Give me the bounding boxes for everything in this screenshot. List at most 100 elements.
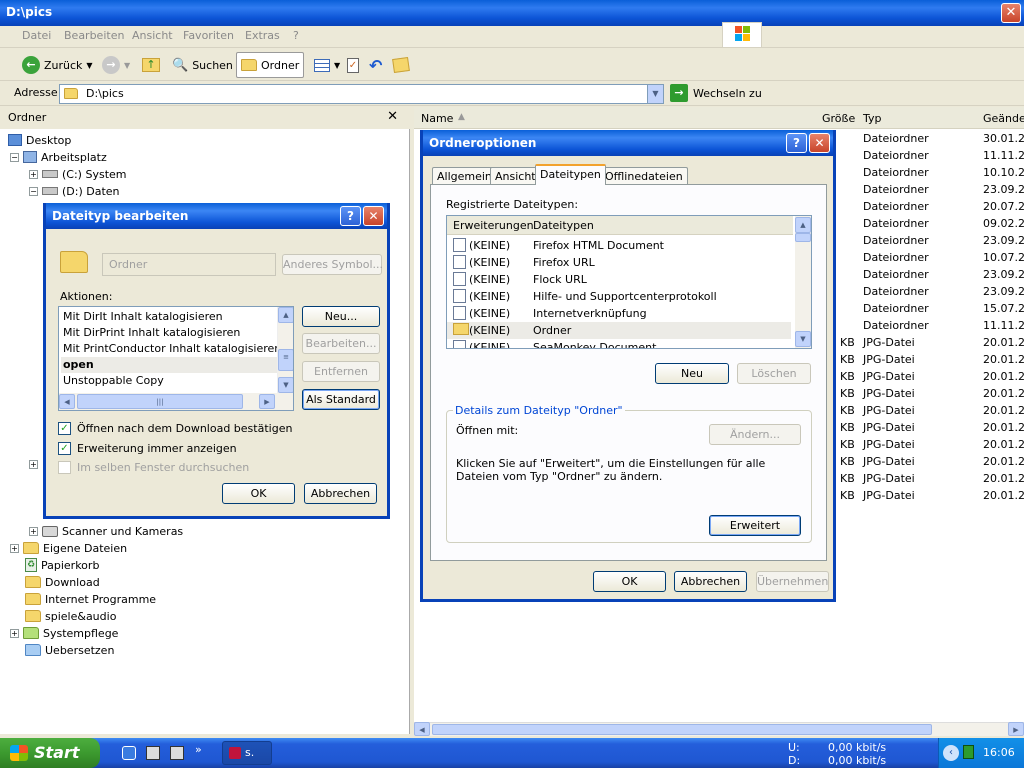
scroll-down-button[interactable]: ▼: [795, 331, 811, 347]
scroll-up-button[interactable]: ▲: [278, 307, 293, 323]
properties-button[interactable]: ✓: [343, 52, 363, 78]
edit-action-button[interactable]: Bearbeiten...: [302, 333, 380, 354]
tree-item-uebersetzen[interactable]: Uebersetzen: [25, 642, 114, 658]
delete-type-button[interactable]: Löschen: [737, 363, 811, 384]
new-action-button[interactable]: Neu...: [302, 306, 380, 327]
scroll-thumb[interactable]: [432, 724, 932, 735]
tray-app-icon[interactable]: [963, 745, 974, 759]
menu-extras[interactable]: Extras: [245, 29, 280, 42]
back-button[interactable]: ← Zurück ▼: [18, 52, 97, 78]
file-type-row[interactable]: (KEINE) SeaMonkey Document: [447, 339, 791, 348]
tree-item-eigene-dateien[interactable]: + Eigene Dateien: [10, 540, 127, 556]
tree-item-desktop[interactable]: Desktop: [8, 132, 71, 148]
views-button[interactable]: ▼: [310, 52, 344, 78]
file-type-row[interactable]: (KEINE) Firefox HTML Document: [447, 237, 791, 254]
change-icon-button[interactable]: Anderes Symbol...: [282, 254, 383, 275]
remove-action-button[interactable]: Entfernen: [302, 361, 380, 382]
address-input[interactable]: D:\pics ▼: [59, 84, 664, 104]
expand-icon[interactable]: +: [10, 628, 19, 638]
file-type-row[interactable]: (KEINE) Flock URL: [447, 271, 791, 288]
expand-icon[interactable]: +: [29, 169, 38, 179]
change-program-button[interactable]: Ändern...: [709, 424, 801, 445]
folders-button[interactable]: Ordner: [236, 52, 305, 78]
browse-same-window-checkbox[interactable]: Im selben Fenster durchsuchen: [58, 461, 249, 474]
scroll-left-button[interactable]: ◀: [59, 394, 75, 409]
tree-item-c-drive[interactable]: + (C:) System: [29, 166, 127, 182]
expand-icon[interactable]: +: [29, 526, 38, 536]
taskbar-task-button[interactable]: s.: [222, 741, 272, 765]
action-list-item[interactable]: open: [61, 357, 277, 373]
tree-item-d-drive[interactable]: − (D:) Daten: [29, 183, 120, 199]
start-button[interactable]: Start: [0, 738, 100, 768]
file-types-listview[interactable]: Erweiterungen Dateitypen (KEINE) Firefox …: [446, 215, 812, 349]
file-type-row[interactable]: (KEINE) Hilfe- und Supportcenterprotokoll: [447, 288, 791, 305]
actions-vertical-scrollbar[interactable]: ▲ ≡ ▼: [277, 307, 293, 393]
help-button[interactable]: ?: [340, 206, 361, 226]
forward-button[interactable]: → ▼: [98, 52, 134, 78]
confirm-open-checkbox[interactable]: ✓ Öffnen nach dem Download bestätigen: [58, 422, 292, 435]
column-file-types[interactable]: Dateitypen: [533, 219, 594, 232]
tray-expand-icon[interactable]: ‹: [943, 745, 959, 761]
quicklaunch-browser-icon[interactable]: [122, 746, 136, 760]
set-default-button[interactable]: Als Standard: [302, 389, 380, 410]
tree-close-icon[interactable]: ✕: [387, 109, 398, 124]
tree-item-download[interactable]: Download: [25, 574, 100, 590]
always-show-extension-checkbox[interactable]: ✓ Erweiterung immer anzeigen: [58, 442, 237, 455]
tab-dateitypen[interactable]: Dateitypen: [535, 164, 606, 185]
column-size[interactable]: Größe: [822, 112, 855, 125]
expand-icon[interactable]: +: [10, 543, 19, 553]
scroll-thumb[interactable]: |||: [77, 394, 243, 409]
column-extensions[interactable]: Erweiterungen: [453, 219, 534, 232]
folder-options-button[interactable]: [389, 52, 413, 78]
action-list-item[interactable]: Mit DirIt Inhalt katalogisieren: [61, 309, 277, 325]
help-button[interactable]: ?: [786, 133, 807, 153]
undo-button[interactable]: ↶: [365, 52, 386, 78]
actions-listbox[interactable]: Mit DirIt Inhalt katalogisieren Mit DirPr…: [58, 306, 294, 411]
scroll-right-button[interactable]: ▶: [1008, 722, 1024, 736]
close-button[interactable]: ✕: [809, 133, 830, 153]
column-changed[interactable]: Geände: [983, 112, 1024, 125]
new-type-button[interactable]: Neu: [655, 363, 729, 384]
actions-horizontal-scrollbar[interactable]: ◀ ||| ▶: [59, 393, 293, 410]
advanced-button[interactable]: Erweitert: [709, 515, 801, 536]
tab-offlinedateien[interactable]: Offlinedateien: [600, 167, 688, 185]
search-button[interactable]: 🔍 Suchen: [168, 52, 237, 78]
tree-item-internet-programme[interactable]: Internet Programme: [25, 591, 156, 607]
file-type-row[interactable]: (KEINE) Ordner: [447, 322, 791, 339]
quicklaunch-window-icon[interactable]: [170, 746, 184, 760]
apply-button[interactable]: Übernehmen: [756, 571, 829, 592]
ok-button[interactable]: OK: [222, 483, 295, 504]
tab-ansicht[interactable]: Ansicht: [490, 167, 541, 185]
action-list-item[interactable]: Mit DirPrint Inhalt katalogisieren: [61, 325, 277, 341]
tree-item-papierkorb[interactable]: ♻ Papierkorb: [25, 557, 99, 573]
action-list-item[interactable]: Mit PrintConductor Inhalt katalogisieren: [61, 341, 281, 357]
quicklaunch-more-icon[interactable]: »: [195, 743, 202, 756]
tab-allgemein[interactable]: Allgemein: [432, 167, 497, 185]
scroll-thumb[interactable]: ≡: [278, 349, 293, 371]
expand-icon[interactable]: +: [29, 459, 38, 469]
tree-item-hidden[interactable]: +: [29, 456, 38, 472]
collapse-icon[interactable]: −: [29, 186, 38, 196]
list-horizontal-scrollbar[interactable]: ◀ ▶: [414, 722, 1024, 736]
scroll-down-button[interactable]: ▼: [278, 377, 293, 393]
up-folder-button[interactable]: ↑: [138, 52, 164, 78]
quicklaunch-window-icon[interactable]: [146, 746, 160, 760]
go-button[interactable]: → Wechseln zu: [670, 84, 762, 102]
scroll-right-button[interactable]: ▶: [259, 394, 275, 409]
menu-favoriten[interactable]: Favoriten: [183, 29, 234, 42]
address-dropdown-button[interactable]: ▼: [647, 85, 663, 103]
scroll-up-button[interactable]: ▲: [795, 217, 811, 233]
close-button[interactable]: ✕: [363, 206, 384, 226]
file-type-row[interactable]: (KEINE) Internetverknüpfung: [447, 305, 791, 322]
column-name[interactable]: Name: [421, 112, 453, 125]
menu-help[interactable]: ?: [293, 29, 299, 42]
menu-bearbeiten[interactable]: Bearbeiten: [64, 29, 124, 42]
ok-button[interactable]: OK: [593, 571, 666, 592]
menu-datei[interactable]: Datei: [22, 29, 51, 42]
tree-item-spiele-audio[interactable]: spiele&audio: [25, 608, 116, 624]
menu-ansicht[interactable]: Ansicht: [132, 29, 173, 42]
window-close-button[interactable]: ✕: [1001, 3, 1021, 23]
action-list-item[interactable]: Unstoppable Copy: [61, 373, 277, 389]
file-type-row[interactable]: (KEINE) Firefox URL: [447, 254, 791, 271]
cancel-button[interactable]: Abbrechen: [674, 571, 747, 592]
